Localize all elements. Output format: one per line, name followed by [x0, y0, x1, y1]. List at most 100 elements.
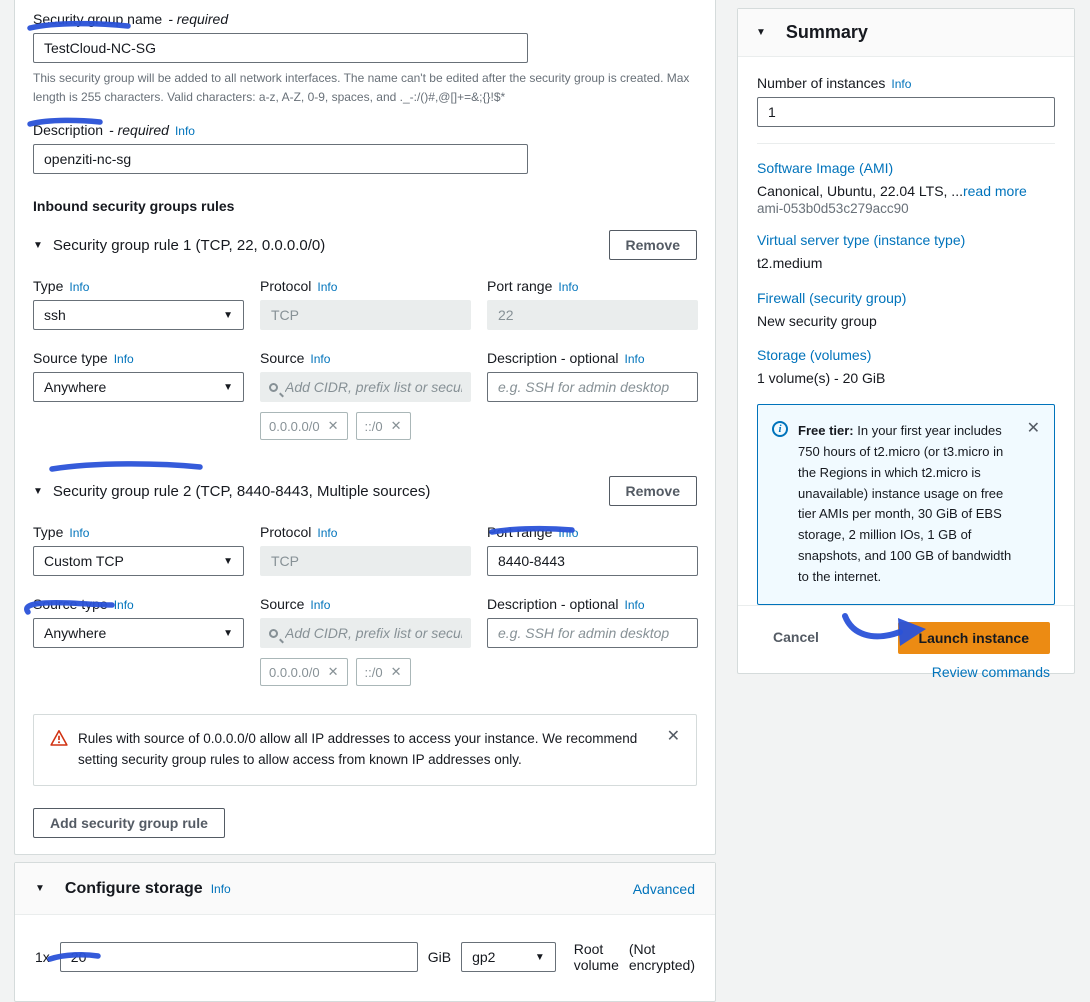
add-rule-button[interactable]: Add security group rule	[33, 808, 225, 838]
summary-panel: ▼ Summary Number of instances Info Softw…	[737, 8, 1075, 674]
rule1-type-info-link[interactable]: Info	[69, 280, 89, 294]
collapse-icon[interactable]: ▼	[33, 240, 43, 251]
remove-tag-icon[interactable]: ✕	[391, 664, 402, 680]
volume-count: 1x	[35, 949, 50, 965]
rule2-title: Security group rule 2 (TCP, 8440-8443, M…	[53, 483, 430, 500]
encryption-status: (Not encrypted)	[629, 941, 695, 973]
rule2-type-select[interactable]: Custom TCP▼	[33, 546, 244, 576]
rule1-protocol-info-link[interactable]: Info	[317, 280, 337, 294]
instances-info-link[interactable]: Info	[891, 77, 911, 91]
rule2-source-type-select[interactable]: Anywhere▼	[33, 618, 244, 648]
firewall-link[interactable]: Firewall (security group)	[757, 290, 906, 306]
ami-value: Canonical, Ubuntu, 22.04 LTS, ...read mo…	[757, 181, 1055, 201]
rule1-source-input[interactable]	[285, 379, 462, 395]
storage-info-link[interactable]: Info	[211, 882, 231, 896]
cidr-tag: ::/0✕	[356, 412, 411, 440]
chevron-down-icon: ▼	[223, 382, 233, 393]
instance-type-link[interactable]: Virtual server type (instance type)	[757, 232, 965, 248]
summary-header: ▼ Summary	[738, 9, 1074, 57]
volume-unit: GiB	[428, 949, 451, 965]
rule1-desc-input[interactable]	[487, 372, 698, 402]
rule2-type-info-link[interactable]: Info	[69, 526, 89, 540]
rule1-type-label: Type	[33, 278, 63, 294]
rule1-source-search[interactable]	[260, 372, 471, 402]
description-required: - required	[109, 122, 169, 138]
rule1-source-info-link[interactable]: Info	[310, 352, 330, 366]
summary-footer: Cancel Launch instance Review commands	[738, 605, 1074, 696]
remove-tag-icon[interactable]: ✕	[328, 664, 339, 680]
rule1-header: ▼ Security group rule 1 (TCP, 22, 0.0.0.…	[33, 230, 697, 260]
rule1-port-label: Port range	[487, 278, 552, 294]
rule1-source-type-info-link[interactable]: Info	[114, 352, 134, 366]
rule1-desc-label: Description - optional	[487, 350, 619, 366]
sg-name-input[interactable]	[33, 33, 528, 63]
rule1-title: Security group rule 1 (TCP, 22, 0.0.0.0/…	[53, 237, 325, 254]
launch-instance-button[interactable]: Launch instance	[898, 622, 1050, 654]
collapse-icon[interactable]: ▼	[35, 883, 45, 894]
chevron-down-icon: ▼	[223, 310, 233, 321]
rule2-port-input[interactable]	[487, 546, 698, 576]
rule2-desc-input[interactable]	[487, 618, 698, 648]
read-more-link[interactable]: read more	[963, 183, 1027, 199]
warning-icon	[50, 729, 68, 747]
volume-size-input[interactable]	[60, 942, 418, 972]
remove-tag-icon[interactable]: ✕	[328, 418, 339, 434]
chevron-down-icon: ▼	[223, 628, 233, 639]
instance-type-value: t2.medium	[757, 253, 1055, 273]
collapse-icon[interactable]: ▼	[33, 486, 43, 497]
rule2-protocol-input	[260, 546, 471, 576]
rule1-source-type-select[interactable]: Anywhere▼	[33, 372, 244, 402]
inbound-rules-heading: Inbound security groups rules	[33, 198, 697, 214]
sg-name-help: This security group will be added to all…	[33, 69, 697, 106]
sg-name-label-row: Security group name - required	[33, 11, 697, 27]
cidr-tag: ::/0✕	[356, 658, 411, 686]
storage-volumes-link[interactable]: Storage (volumes)	[757, 347, 871, 363]
rule2-header: ▼ Security group rule 2 (TCP, 8440-8443,…	[33, 476, 697, 506]
collapse-icon[interactable]: ▼	[756, 27, 766, 38]
rule2-source-info-link[interactable]: Info	[310, 598, 330, 612]
storage-volume-row: 1x GiB gp2▼ Root volume (Not encrypted)	[15, 915, 715, 973]
rule2-desc-info-link[interactable]: Info	[625, 598, 645, 612]
ami-link[interactable]: Software Image (AMI)	[757, 160, 893, 176]
rule1-port-input	[487, 300, 698, 330]
description-info-link[interactable]: Info	[175, 124, 195, 138]
storage-advanced-link[interactable]: Advanced	[633, 881, 695, 897]
rule2-source-type-label: Source type	[33, 596, 108, 612]
volume-type-select[interactable]: gp2▼	[461, 942, 556, 972]
rule2-remove-button[interactable]: Remove	[609, 476, 697, 506]
rule1-remove-button[interactable]: Remove	[609, 230, 697, 260]
storage-volumes-value: 1 volume(s) - 20 GiB	[757, 368, 1055, 388]
rule2-protocol-label: Protocol	[260, 524, 311, 540]
cancel-button[interactable]: Cancel	[773, 629, 819, 645]
rule2-port-label: Port range	[487, 524, 552, 540]
rule1-port-info-link[interactable]: Info	[558, 280, 578, 294]
review-commands-link[interactable]: Review commands	[932, 664, 1050, 680]
rule2-source-type-info-link[interactable]: Info	[114, 598, 134, 612]
storage-header: ▼ Configure storage Info Advanced	[15, 863, 715, 915]
info-icon: i	[772, 421, 788, 437]
search-icon	[269, 383, 278, 392]
description-label-row: Description - required Info	[33, 122, 697, 138]
summary-title: Summary	[786, 22, 868, 43]
rule1-source-type-label: Source type	[33, 350, 108, 366]
close-icon[interactable]: ✕	[667, 729, 680, 745]
instances-label: Number of instances	[757, 75, 885, 91]
instances-input[interactable]	[757, 97, 1055, 127]
rule1-desc-info-link[interactable]: Info	[625, 352, 645, 366]
cidr-tag: 0.0.0.0/0✕	[260, 412, 348, 440]
description-label: Description	[33, 122, 103, 138]
rule2-port-info-link[interactable]: Info	[558, 526, 578, 540]
rule2-protocol-info-link[interactable]: Info	[317, 526, 337, 540]
remove-tag-icon[interactable]: ✕	[391, 418, 402, 434]
network-settings-panel: Security group name - required This secu…	[14, 0, 716, 855]
sg-name-required: - required	[168, 11, 228, 27]
rule1-protocol-input	[260, 300, 471, 330]
chevron-down-icon: ▼	[223, 556, 233, 567]
close-icon[interactable]: ✕	[1027, 421, 1040, 587]
rule2-source-input[interactable]	[285, 625, 462, 641]
search-icon	[269, 629, 278, 638]
description-input[interactable]	[33, 144, 528, 174]
rule2-source-search[interactable]	[260, 618, 471, 648]
sg-name-label: Security group name	[33, 11, 162, 27]
rule1-type-select[interactable]: ssh▼	[33, 300, 244, 330]
